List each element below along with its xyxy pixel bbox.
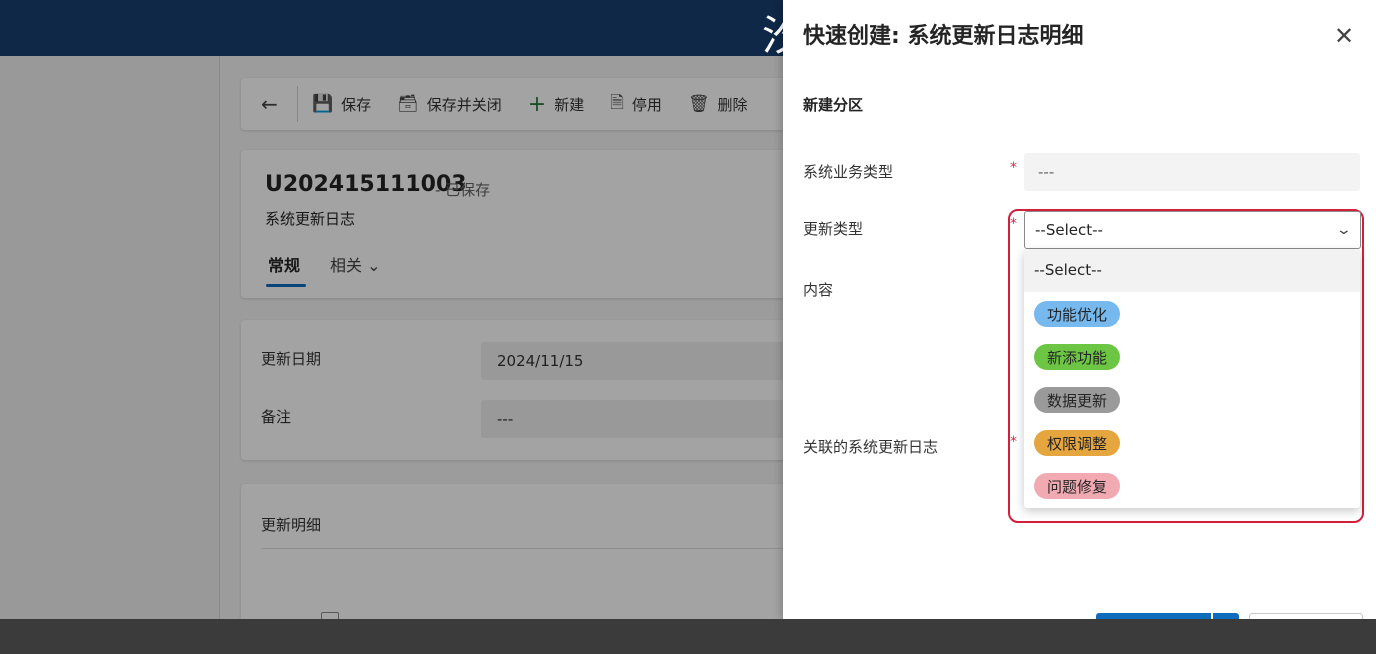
dropdown-option-new-feature[interactable]: 新添功能	[1034, 344, 1121, 370]
update-type-label: 更新类型	[803, 220, 864, 238]
dropdown-option-optimize[interactable]: 功能优化	[1034, 301, 1121, 327]
taskbar	[0, 619, 1376, 654]
update-type-dropdown: --Select-- 功能优化 新添功能 数据更新 权限调整 问题修复	[1024, 250, 1360, 508]
dropdown-option-bug-fix[interactable]: 问题修复	[1034, 473, 1121, 499]
close-icon: ✕	[1333, 22, 1355, 50]
related-log-label: 关联的系统更新日志	[803, 438, 939, 456]
update-type-selected-value: --Select--	[1035, 221, 1103, 239]
modal-overlay[interactable]	[0, 56, 783, 619]
required-marker: *	[1010, 434, 1017, 450]
panel-title: 快速创建: 系统更新日志明细	[803, 24, 1084, 49]
business-type-field[interactable]: ---	[1024, 153, 1360, 191]
chevron-down-icon: ⌄	[1335, 222, 1353, 238]
dropdown-option-select[interactable]: --Select--	[1024, 250, 1360, 292]
close-button[interactable]: ✕	[1332, 22, 1356, 50]
content-label: 内容	[803, 281, 834, 299]
section-title: 新建分区	[803, 96, 864, 114]
quick-create-panel: 快速创建: 系统更新日志明细 ✕ 新建分区 系统业务类型 * --- 更新类型 …	[783, 0, 1376, 619]
required-marker: *	[1010, 160, 1017, 176]
update-type-select[interactable]: --Select-- ⌄	[1024, 211, 1361, 249]
business-type-label: 系统业务类型	[803, 163, 894, 181]
dropdown-option-data-update[interactable]: 数据更新	[1034, 387, 1121, 413]
dropdown-option-permission[interactable]: 权限调整	[1034, 430, 1121, 456]
